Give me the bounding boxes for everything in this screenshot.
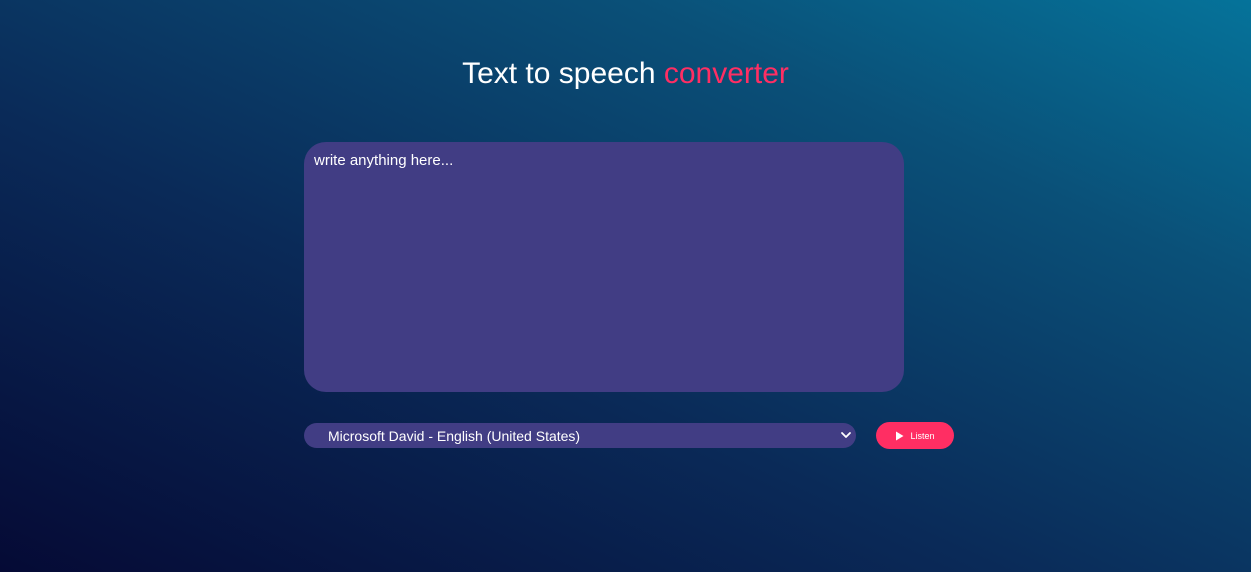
voice-select-value: Microsoft David - English (United States… <box>328 428 581 444</box>
title-main: Text to speech <box>462 57 656 90</box>
text-input[interactable] <box>304 142 904 392</box>
listen-label: Listen <box>910 430 935 441</box>
play-icon <box>896 431 904 440</box>
listen-button[interactable]: Listen <box>876 422 954 449</box>
chevron-down-icon <box>841 432 851 438</box>
voice-select[interactable]: Microsoft David - English (United States… <box>304 423 856 448</box>
title-accent: converter <box>663 57 789 90</box>
page-title: Text to speech converter <box>0 56 1251 92</box>
